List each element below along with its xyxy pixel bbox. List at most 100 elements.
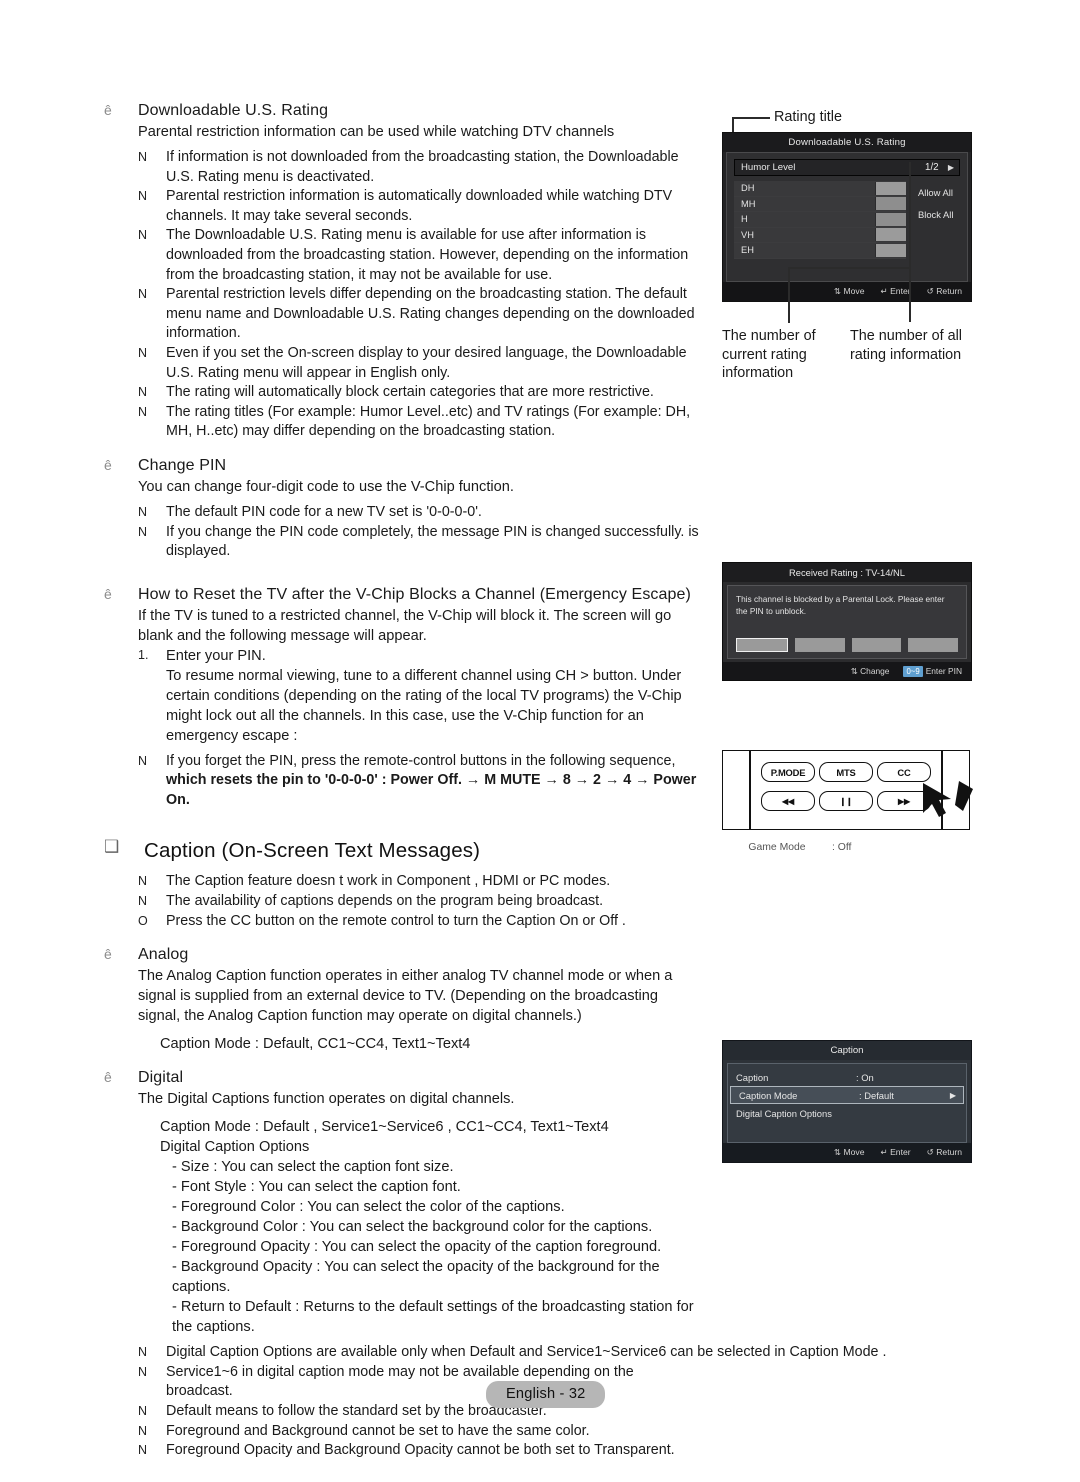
remote-button-mts[interactable]: MTS — [819, 762, 873, 782]
note-text: Service1~6 in digital caption mode may n… — [166, 1363, 634, 1400]
pin-digit-box[interactable] — [851, 638, 902, 652]
note-text: Even if you set the On-screen display to… — [166, 344, 687, 381]
remote-button-rewind[interactable]: ◀◀ — [761, 791, 815, 811]
note-item: N The Downloadable U.S. Rating menu is a… — [104, 226, 704, 285]
osd-blocked-channel: Received Rating : TV-14/NL This channel … — [722, 562, 972, 681]
note-text-bold: which resets the pin to '0-0-0-0' : Powe… — [166, 772, 697, 808]
enter-key-icon: ↵ — [880, 1147, 888, 1157]
note-item: O Press the CC button on the remote cont… — [104, 912, 704, 932]
note-item: N Parental restriction information is au… — [104, 187, 704, 226]
note-item: N Even if you set the On-screen display … — [104, 344, 704, 383]
note-item: N The Caption feature doesn t work in Co… — [104, 872, 704, 892]
osd-caption-mode-row[interactable]: Caption Mode : Default ▶ — [730, 1086, 964, 1104]
osd-rating-name: H — [741, 214, 748, 225]
manual-page: ê Downloadable U.S. Rating Parental rest… — [0, 0, 1080, 1482]
diamond-bullet-icon: ê — [104, 456, 112, 473]
heading-text: How to Reset the TV after the V-Chip Blo… — [138, 585, 691, 603]
note-marker-icon: N — [138, 753, 148, 768]
pin-digit-box[interactable] — [908, 638, 958, 652]
remote-rail-left — [749, 750, 751, 830]
callout-leader-horizontal — [788, 267, 910, 269]
note-text: The rating will automatically block cert… — [166, 384, 654, 401]
updown-arrow-icon: ⇅ — [850, 666, 858, 676]
osd-rating-name: VH — [741, 229, 754, 240]
square-bullet-icon: ❑ — [104, 837, 120, 857]
osd-rating-rows: DH MH H VH EH Allow All Block All — [734, 181, 960, 259]
remote-button-pmode[interactable]: P.MODE — [761, 762, 815, 782]
osd-hint-move: ⇅ Move — [833, 1147, 865, 1157]
digital-caption-mode: Caption Mode : Default , Service1~Servic… — [160, 1119, 609, 1136]
osd-rating-checkbox[interactable] — [875, 197, 906, 211]
note-marker-icon: N — [138, 150, 148, 164]
osd-footer-hints: ⇅ Move ↵ Enter ↺ Return — [723, 1143, 971, 1162]
note-text: Digital Caption Options are available on… — [166, 1344, 887, 1361]
osd-blocked-message: This channel is blocked by a Parental Lo… — [736, 594, 945, 616]
callout-leader-vertical — [788, 268, 790, 323]
osd-rating-checkbox[interactable] — [875, 243, 906, 257]
note-marker-icon: N — [138, 1364, 148, 1379]
heading-reset-tv: ê How to Reset the TV after the V-Chip B… — [104, 584, 704, 606]
heading-text: Digital — [138, 1069, 184, 1087]
callout-total-rating-count: The number of all rating information — [850, 328, 962, 363]
rating-title-callout-label: Rating title — [774, 109, 842, 125]
note-item: N Digital Caption Options are available … — [104, 1343, 894, 1363]
osd-caption-row[interactable]: Caption : On — [728, 1068, 966, 1086]
pin-entry-row[interactable] — [736, 638, 958, 652]
osd-side-actions: Allow All Block All — [906, 181, 960, 259]
osd-digital-caption-options-row[interactable]: Digital Caption Options — [728, 1104, 966, 1122]
note-marker-icon: N — [138, 345, 148, 360]
note-text: If you forget the PIN, press the remote-… — [166, 752, 676, 769]
remote-button-pause[interactable]: ❙❙ — [819, 791, 873, 811]
heading-change-pin: ê Change PIN — [104, 455, 704, 477]
remote-button-grid: P.MODE MTS CC ◀◀ ❙❙ ▶▶ — [761, 762, 931, 811]
game-mode-value: : Off — [832, 842, 852, 853]
note-text: Foreground Opacity and Background Opacit… — [166, 1442, 675, 1459]
osd-rating-checkbox[interactable] — [875, 212, 906, 226]
downloadable-intro: Parental restriction information can be … — [138, 124, 615, 140]
page-footer-badge: English - 32 — [486, 1381, 606, 1408]
osd-rating-row[interactable]: VH — [734, 227, 906, 243]
pin-digit-box[interactable] — [736, 638, 788, 652]
note-text: Press the CC button on the remote contro… — [166, 912, 626, 929]
diamond-bullet-icon: ê — [104, 946, 112, 963]
note-marker-icon: N — [138, 228, 148, 243]
osd-footer-hints: ⇅ Move ↵ Enter ↺ Return — [723, 281, 971, 301]
heading-analog: ê Analog — [104, 944, 704, 966]
digital-option-item: - Return to Default : Returns to the def… — [172, 1299, 694, 1336]
note-item: N If information is not downloaded from … — [104, 148, 704, 187]
osd-title: Caption — [723, 1041, 971, 1060]
updown-arrow-icon: ⇅ — [833, 285, 842, 296]
osd-rating-name: DH — [741, 183, 755, 194]
osd-row-label: Digital Caption Options — [736, 1107, 832, 1119]
reset-step: 1. Enter your PIN. To resume normal view… — [138, 646, 704, 746]
note-text: The default PIN code for a new TV set is… — [166, 503, 482, 520]
osd-block-all-button[interactable]: Block All — [918, 204, 960, 226]
osd-caption-menu: Caption Caption : On Caption Mode : Defa… — [722, 1040, 972, 1163]
digital-option-item: - Font Style : You can select the captio… — [172, 1179, 461, 1196]
osd-rating-row[interactable]: EH — [734, 243, 906, 259]
step-title: Enter your PIN. — [166, 647, 266, 664]
remote-control-figure: P.MODE MTS CC ◀◀ ❙❙ ▶▶ — [722, 750, 973, 830]
heading-downloadable-rating: ê Downloadable U.S. Rating — [104, 100, 704, 122]
reset-intro: If the TV is tuned to a restricted chann… — [138, 607, 672, 644]
pin-digit-box[interactable] — [794, 638, 845, 652]
note-marker-icon: N — [138, 874, 148, 889]
digital-option-item: - Foreground Opacity : You can select th… — [172, 1239, 662, 1256]
heading-digital: ê Digital — [104, 1067, 704, 1089]
osd-rating-checkbox[interactable] — [875, 228, 906, 242]
osd-rating-checkbox[interactable] — [875, 181, 906, 195]
left-text-column: ê Downloadable U.S. Rating Parental rest… — [104, 100, 886, 1461]
osd-hint-enter-pin: 0~9 Enter PIN — [903, 666, 962, 677]
osd-rating-row[interactable]: MH — [734, 196, 906, 212]
note-item: N The availability of captions depends o… — [104, 892, 704, 912]
osd-allow-all-button[interactable]: Allow All — [918, 182, 960, 204]
heading-text: Caption (On-Screen Text Messages) — [144, 839, 481, 863]
change-pin-intro: You can change four-digit code to use th… — [138, 478, 514, 495]
diamond-bullet-icon: ê — [104, 1069, 112, 1086]
note-marker-icon: N — [138, 385, 148, 400]
osd-rating-row[interactable]: H — [734, 212, 906, 228]
osd-rating-row[interactable]: DH — [734, 181, 906, 197]
updown-arrow-icon: ⇅ — [833, 1147, 842, 1157]
pointer-cursor-icon — [923, 781, 973, 817]
osd-hint-move: ⇅ Move — [833, 285, 865, 296]
